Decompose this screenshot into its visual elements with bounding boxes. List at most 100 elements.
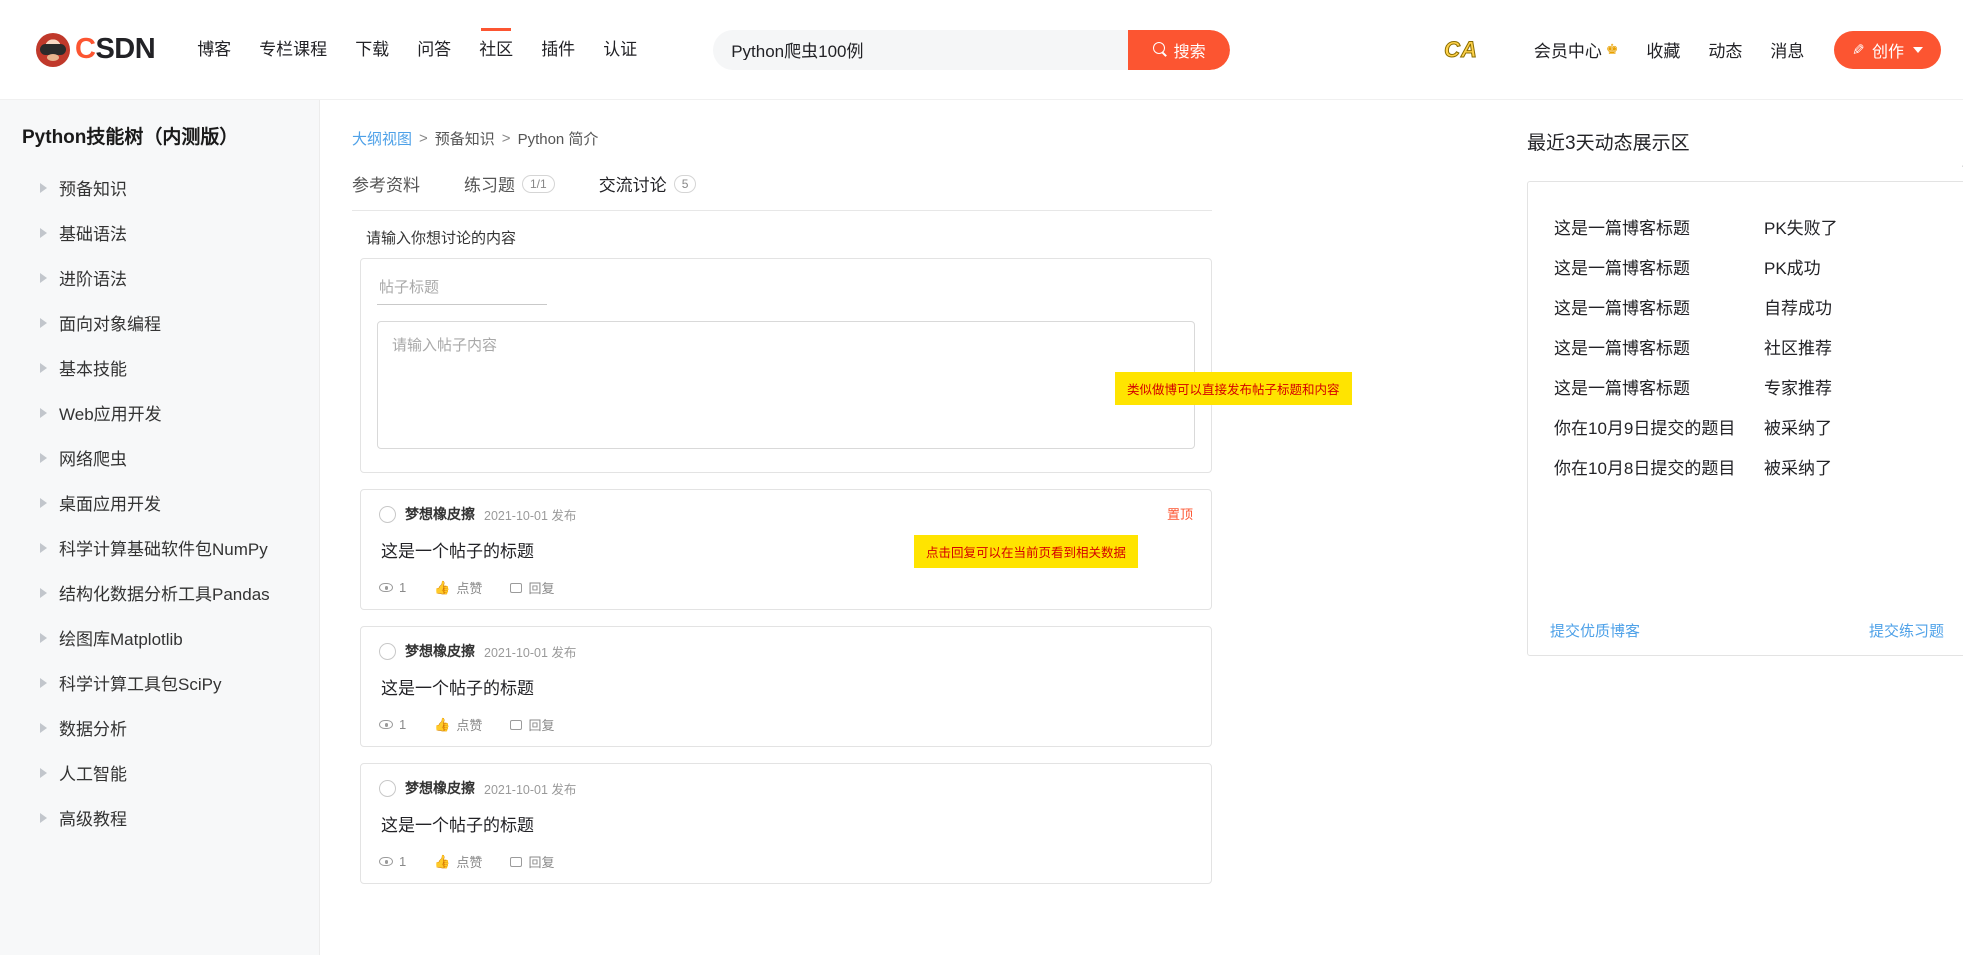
comment-icon [510, 719, 523, 730]
activity-subject: 这是一篇博客标题 [1554, 259, 1690, 278]
sidebar-item-label: 桌面应用开发 [59, 495, 161, 514]
post-actions: 1 👍 点赞 回复 [379, 578, 1193, 597]
view-count: 1 [379, 717, 406, 732]
chevron-right-icon [40, 407, 47, 418]
activity-row[interactable]: 这是一篇博客标题 自荐成功 [1554, 294, 1940, 319]
post-header: 梦想橡皮擦 2021-10-01 发布 [379, 778, 1193, 798]
nav-item-columns[interactable]: 专栏课程 [245, 0, 341, 100]
like-label: 点赞 [456, 855, 483, 870]
sidebar-item-data-analysis[interactable]: 数据分析 [0, 705, 319, 750]
like-button[interactable]: 👍 点赞 [434, 715, 482, 734]
sidebar-item-ai[interactable]: 人工智能 [0, 750, 319, 795]
post-author[interactable]: 梦想橡皮擦 [405, 504, 475, 524]
post-title-input[interactable] [377, 275, 547, 305]
breadcrumb-separator: > [419, 130, 428, 147]
reply-button[interactable]: 回复 [510, 578, 554, 597]
tab-reference[interactable]: 参考资料 [352, 171, 420, 196]
nav-item-download[interactable]: 下载 [341, 0, 403, 100]
breadcrumb: 大纲视图 > 预备知识 > Python 简介 [352, 128, 1503, 149]
nav-item-messages[interactable]: 消息 [1756, 37, 1818, 62]
post-card[interactable]: 梦想橡皮擦 2021-10-01 发布 这是一个帖子的标题 1 👍 点赞 回复 [360, 626, 1212, 747]
post-title[interactable]: 这是一个帖子的标题 [381, 674, 1193, 699]
thumbs-up-icon: 👍 [434, 579, 451, 595]
tab-label: 参考资料 [352, 176, 420, 195]
chevron-right-icon [40, 542, 47, 553]
sidebar-item-scipy[interactable]: 科学计算工具包SciPy [0, 660, 319, 705]
reply-label: 回复 [528, 855, 555, 870]
nav-item-activity[interactable]: 动态 [1694, 37, 1756, 62]
activity-subject: 这是一篇博客标题 [1554, 339, 1690, 358]
tab-discussion[interactable]: 交流讨论 5 [599, 171, 697, 196]
search-input[interactable] [713, 39, 1129, 60]
pin-badge[interactable]: 置顶 [1167, 504, 1193, 523]
search-box: 搜索 [713, 29, 1231, 70]
csdn-logo[interactable]: CSDN [36, 32, 156, 67]
ca-badge-icon[interactable]: CA [1444, 36, 1478, 63]
sidebar-item-label: 基础语法 [59, 225, 127, 244]
annotation-reply: 点击回复可以在当前页看到相关数据 [914, 535, 1139, 568]
chevron-right-icon [40, 497, 47, 508]
sidebar-item-basic-syntax[interactable]: 基础语法 [0, 210, 319, 255]
sidebar-item-label: 结构化数据分析工具Pandas [59, 585, 270, 604]
nav-item-certification[interactable]: 认证 [589, 0, 651, 100]
sidebar-item-desktop-dev[interactable]: 桌面应用开发 [0, 480, 319, 525]
activity-status: 社区推荐 [1764, 339, 1832, 358]
like-button[interactable]: 👍 点赞 [434, 852, 482, 871]
post-title[interactable]: 这是一个帖子的标题 [381, 811, 1193, 836]
activity-footer: 提交优质博客 提交练习题 [1528, 620, 1963, 641]
breadcrumb-level2[interactable]: 预备知识 [435, 128, 495, 149]
activity-row[interactable]: 这是一篇博客标题 社区推荐 [1554, 334, 1940, 359]
sidebar-item-label: 数据分析 [59, 720, 127, 739]
nav-item-community[interactable]: 社区 [465, 0, 527, 100]
nav-item-plugins[interactable]: 插件 [527, 0, 589, 100]
activity-subject: 这是一篇博客标题 [1554, 379, 1690, 398]
sidebar-item-oop[interactable]: 面向对象编程 [0, 300, 319, 345]
activity-row[interactable]: 你在10月9日提交的题目 被采纳了 [1554, 414, 1940, 439]
post-author[interactable]: 梦想橡皮擦 [405, 778, 475, 798]
like-label: 点赞 [456, 581, 483, 596]
chevron-right-icon [40, 677, 47, 688]
logo-wordmark: CSDN [75, 33, 156, 66]
breadcrumb-root[interactable]: 大纲视图 [352, 128, 412, 149]
sidebar-item-advanced-tutorial[interactable]: 高级教程 [0, 795, 319, 840]
tab-exercises[interactable]: 练习题 1/1 [464, 171, 555, 196]
search-button[interactable]: 搜索 [1128, 29, 1231, 70]
activity-row[interactable]: 这是一篇博客标题 PK失败了 [1554, 214, 1940, 239]
sidebar-item-prep[interactable]: 预备知识 [0, 165, 319, 210]
nav-item-member-center[interactable]: 会员中心 ♚ [1520, 37, 1633, 62]
chevron-right-icon [40, 182, 47, 193]
nav-item-favorites[interactable]: 收藏 [1632, 37, 1694, 62]
sidebar-item-matplotlib[interactable]: 绘图库Matplotlib [0, 615, 319, 660]
reply-button[interactable]: 回复 [510, 715, 554, 734]
create-button[interactable]: ✎ 创作 [1834, 30, 1941, 69]
chevron-down-icon [1913, 46, 1923, 53]
sidebar-item-numpy[interactable]: 科学计算基础软件包NumPy [0, 525, 319, 570]
sidebar-item-basic-skills[interactable]: 基本技能 [0, 345, 319, 390]
chevron-right-icon [40, 632, 47, 643]
post-author[interactable]: 梦想橡皮擦 [405, 641, 475, 661]
activity-row[interactable]: 你在10月8日提交的题目 被采纳了 [1554, 454, 1940, 479]
sidebar-item-web-dev[interactable]: Web应用开发 [0, 390, 319, 435]
logo-letter-c: C [75, 33, 96, 65]
activity-status: 被采纳了 [1764, 419, 1832, 438]
nav-item-qa[interactable]: 问答 [403, 0, 465, 100]
comment-icon [510, 582, 523, 593]
activity-row[interactable]: 这是一篇博客标题 专家推荐 [1554, 374, 1940, 399]
submit-exercise-link[interactable]: 提交练习题 [1869, 620, 1944, 641]
post-card[interactable]: 梦想橡皮擦 2021-10-01 发布 这是一个帖子的标题 1 👍 点赞 回复 [360, 763, 1212, 884]
reply-button[interactable]: 回复 [510, 852, 554, 871]
activity-row[interactable]: 这是一篇博客标题 PK成功 [1554, 254, 1940, 279]
sidebar-item-web-crawler[interactable]: 网络爬虫 [0, 435, 319, 480]
chevron-right-icon [40, 227, 47, 238]
content-tabs: 参考资料 练习题 1/1 交流讨论 5 [352, 171, 1212, 211]
sidebar-item-pandas[interactable]: 结构化数据分析工具Pandas [0, 570, 319, 615]
sidebar-item-advanced-syntax[interactable]: 进阶语法 [0, 255, 319, 300]
like-button[interactable]: 👍 点赞 [434, 578, 482, 597]
post-content-textarea[interactable] [377, 321, 1195, 449]
submit-quality-blog-link[interactable]: 提交优质博客 [1550, 620, 1640, 641]
post-header: 梦想橡皮擦 2021-10-01 发布 [379, 641, 1193, 661]
nav-item-blog[interactable]: 博客 [183, 0, 245, 100]
like-label: 点赞 [456, 718, 483, 733]
search-icon [1152, 42, 1168, 57]
avatar [379, 505, 396, 523]
